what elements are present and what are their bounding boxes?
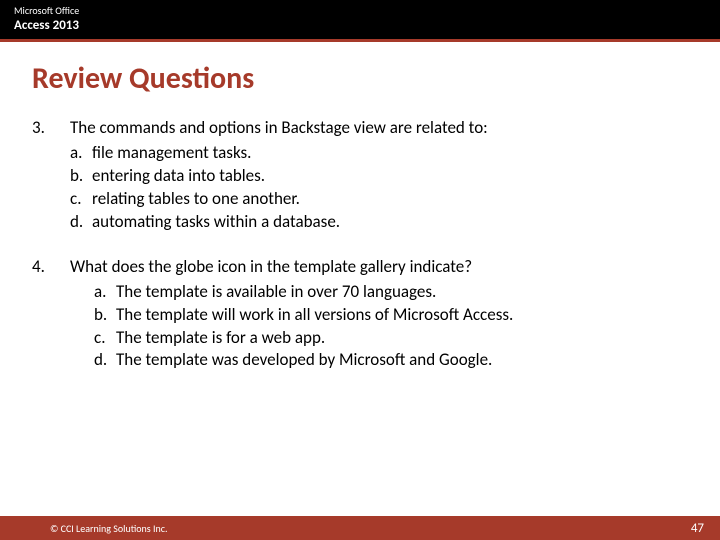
option-a: a. file management tasks. bbox=[70, 142, 688, 165]
question-body: The commands and options in Backstage vi… bbox=[70, 117, 688, 234]
option-letter: d. bbox=[70, 211, 92, 234]
option-c: c. relating tables to one another. bbox=[70, 188, 688, 211]
option-b: b. The template will work in all version… bbox=[94, 304, 688, 327]
option-text: The template is available in over 70 lan… bbox=[116, 281, 436, 304]
option-text: file management tasks. bbox=[92, 142, 251, 165]
footer-page-number: 47 bbox=[691, 521, 704, 536]
question-stem: The commands and options in Backstage vi… bbox=[70, 117, 688, 140]
question-number: 4. bbox=[32, 256, 70, 373]
option-text: relating tables to one another. bbox=[92, 188, 300, 211]
slide-header: Microsoft Office Access 2013 bbox=[0, 0, 720, 42]
option-c: c. The template is for a web app. bbox=[94, 327, 688, 350]
header-bold-text: Access 2013 bbox=[14, 18, 706, 33]
content-area: 3. The commands and options in Backstage… bbox=[0, 117, 720, 372]
option-letter: a. bbox=[94, 281, 116, 304]
question-options: a. The template is available in over 70 … bbox=[94, 281, 688, 373]
option-letter: b. bbox=[94, 304, 116, 327]
option-text: The template will work in all versions o… bbox=[116, 304, 513, 327]
footer-copyright: © CCI Learning Solutions Inc. bbox=[50, 522, 168, 535]
option-letter: b. bbox=[70, 165, 92, 188]
question-number: 3. bbox=[32, 117, 70, 234]
option-letter: c. bbox=[70, 188, 92, 211]
option-a: a. The template is available in over 70 … bbox=[94, 281, 688, 304]
option-text: The template is for a web app. bbox=[116, 327, 325, 350]
slide-footer: © CCI Learning Solutions Inc. 47 bbox=[0, 516, 720, 540]
option-letter: d. bbox=[94, 349, 116, 372]
question-stem: What does the globe icon in the template… bbox=[70, 256, 688, 279]
option-text: entering data into tables. bbox=[92, 165, 265, 188]
option-text: The template was developed by Microsoft … bbox=[116, 349, 492, 372]
option-text: automating tasks within a database. bbox=[92, 211, 340, 234]
question-body: What does the globe icon in the template… bbox=[70, 256, 688, 373]
option-letter: a. bbox=[70, 142, 92, 165]
option-letter: c. bbox=[94, 327, 116, 350]
question-options: a. file management tasks. b. entering da… bbox=[70, 142, 688, 234]
option-b: b. entering data into tables. bbox=[70, 165, 688, 188]
question-4: 4. What does the globe icon in the templ… bbox=[32, 256, 688, 373]
header-small-text: Microsoft Office bbox=[14, 4, 706, 17]
question-3: 3. The commands and options in Backstage… bbox=[32, 117, 688, 234]
option-d: d. The template was developed by Microso… bbox=[94, 349, 688, 372]
slide-title: Review Questions bbox=[32, 60, 720, 97]
option-d: d. automating tasks within a database. bbox=[70, 211, 688, 234]
